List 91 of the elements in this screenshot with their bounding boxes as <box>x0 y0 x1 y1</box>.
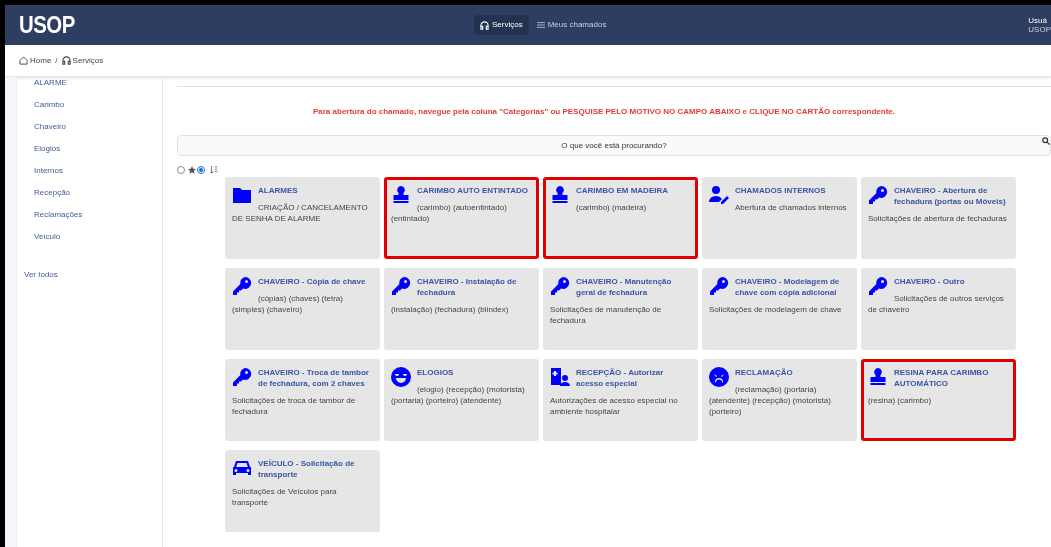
card-title: VEÍCULO - Solicitação de transporte <box>258 458 356 480</box>
key-icon <box>232 367 252 387</box>
card-description: Solicitações de troca de tambor de fechadura <box>232 395 357 417</box>
service-card[interactable]: RESINA PARA CARIMBO AUTOMÁTICO (resina) (carimbo) <box>861 359 1016 441</box>
nav-link[interactable]: Serviços <box>474 15 529 35</box>
id-badge-icon <box>550 367 570 387</box>
key-icon <box>868 276 888 296</box>
user-name[interactable]: Usuá <box>1028 16 1051 25</box>
service-card[interactable]: VEÍCULO - Solicitação de transporte Solicitações de Veículos para transporte <box>225 450 380 532</box>
headset-icon <box>480 20 489 30</box>
list-icon <box>536 21 545 29</box>
card-description: CRIAÇÃO / CANCELAMENTO DE SENHA DE ALARME <box>232 202 369 224</box>
sidebar-item[interactable]: Chaveiro <box>34 122 162 132</box>
sidebar-item[interactable]: ALARME <box>34 78 162 88</box>
service-card[interactable]: CHAVEIRO - Manutenção geral de fechadura Solicitações de manutenção de fechadura <box>543 268 698 350</box>
card-description: Solicitações de modelagem de chave <box>709 304 843 315</box>
see-all-link[interactable]: Ver todos <box>17 270 162 280</box>
card-description: (resina) (carimbo) <box>868 395 933 406</box>
card-description: Solicitações de Veículos para transporte <box>232 486 338 508</box>
service-card[interactable]: CHAVEIRO - Instalação de fechadura (instalação) (fechadura) (blindex) <box>384 268 539 350</box>
card-description: (carimbo) (autoentintado) (entintado) <box>391 202 508 224</box>
card-description: Solicitações de outros serviços de chaveiro <box>868 293 1005 315</box>
card-title: RECEPÇÃO - Autorizar acesso especial <box>576 367 665 389</box>
radio-button[interactable] <box>197 166 205 174</box>
service-card[interactable]: ELOGIOS (elogio) (recepção) (motorista) (portaria) (porteiro) (atendente) <box>384 359 539 441</box>
service-card[interactable]: CHAVEIRO - Cópia de chave (cópias) (chaves) (tetra) (simples) (chaveiro) <box>225 268 380 350</box>
card-description: Autorizações de acesso especial no ambiente hospitalar <box>550 395 679 417</box>
card-title: CHAMADOS INTERNOS <box>735 185 827 196</box>
smiley-icon <box>391 367 411 387</box>
card-title: ELOGIOS <box>417 367 455 378</box>
card-title: CHAVEIRO - Manutenção geral de fechadura <box>576 276 673 298</box>
instruction-notice: Para abertura do chamado, navegue pela coluna "Categorias" ou PESQUISE PELO MOTIVO NO CAMPO ABAIXO e CLIQUE NO CARTÃO correspondente. <box>311 106 897 118</box>
star-icon <box>188 166 196 174</box>
user-org: USOP <box>1028 25 1051 34</box>
sidebar-item[interactable]: Elogios <box>34 144 162 154</box>
sidebar-item[interactable]: Carimbo <box>34 100 162 110</box>
card-description: (carimbo) (madeira) <box>575 202 648 213</box>
sidebar-item[interactable]: Reclamações <box>34 210 162 220</box>
key-icon <box>391 276 411 296</box>
service-card[interactable]: CHAMADOS INTERNOS Abertura de chamados internos <box>702 177 857 259</box>
card-description: (instalação) (fechadura) (blindex) <box>391 304 510 315</box>
service-card[interactable]: CHAVEIRO - Troca de tambor de fechadura, com 2 chaves Solicitações de troca de tambor de fechadura <box>225 359 380 441</box>
card-description: (cópias) (chaves) (tetra) (simples) (chaveiro) <box>232 293 344 315</box>
card-title: CHAVEIRO - Outro <box>894 276 966 287</box>
stamp-icon <box>868 367 888 387</box>
key-icon <box>232 276 252 296</box>
card-title: CHAVEIRO - Troca de tambor de fechadura, com 2 chaves <box>258 367 370 389</box>
breadcrumb-separator: / <box>55 54 58 67</box>
service-card[interactable]: RECEPÇÃO - Autorizar acesso especial Autorizações de acesso especial no ambiente hospitalar <box>543 359 698 441</box>
card-title: CHAVEIRO - Instalação de fechadura <box>417 276 518 298</box>
nav-link[interactable]: Meus chamados <box>530 15 613 35</box>
card-title: CHAVEIRO - Abertura de fechadura (portas ou Móveis) <box>894 185 1007 207</box>
headset-icon <box>61 56 71 65</box>
card-title: CARIMBO EM MADEIRA <box>576 185 669 196</box>
key-icon <box>709 276 729 296</box>
user-pen-icon <box>709 185 729 205</box>
card-title: CARIMBO AUTO ENTINTADO <box>417 185 529 196</box>
service-card[interactable]: ALARMES CRIAÇÃO / CANCELAMENTO DE SENHA DE ALARME <box>225 177 380 259</box>
card-description: Solicitações de abertura de fechaduras <box>868 213 1008 224</box>
sidebar-item[interactable]: Recepção <box>34 188 162 198</box>
card-description: Solicitações de manutenção de fechadura <box>550 304 663 326</box>
service-card[interactable]: CHAVEIRO - Outro Solicitações de outros serviços de chaveiro <box>861 268 1016 350</box>
logo[interactable]: USOP <box>19 7 406 43</box>
card-title: ALARMES <box>258 185 299 196</box>
angry-face-icon <box>709 367 729 387</box>
search-field[interactable]: O que você está procurando? <box>177 135 1051 156</box>
sort-icon[interactable] <box>210 166 218 174</box>
card-title: RECLAMAÇÃO <box>735 367 794 378</box>
service-card[interactable]: CHAVEIRO - Abertura de fechadura (portas ou Móveis) Solicitações de abertura de fechaduras <box>861 177 1016 259</box>
service-card[interactable]: CARIMBO AUTO ENTINTADO (carimbo) (autoentintado) (entintado) <box>384 177 539 259</box>
sidebar-item[interactable]: Internos <box>34 166 162 176</box>
card-description: Abertura de chamados internos <box>734 202 848 213</box>
sidebar-item[interactable]: Veículo <box>34 232 162 242</box>
breadcrumb-link[interactable]: Serviços <box>61 54 104 67</box>
service-card[interactable]: CHAVEIRO - Modelagem de chave com cópia adicional Solicitações de modelagem de chave <box>702 268 857 350</box>
service-card[interactable]: CARIMBO EM MADEIRA (carimbo) (madeira) <box>543 177 698 259</box>
stamp-icon <box>391 185 411 205</box>
card-title: CHAVEIRO - Modelagem de chave com cópia adicional <box>735 276 841 298</box>
service-card[interactable]: RECLAMAÇÃO (reclamação) (portaria) (atendente) (recepção) (motorista) (porteiro) <box>702 359 857 441</box>
card-title: RESINA PARA CARIMBO AUTOMÁTICO <box>894 367 990 389</box>
stamp-icon <box>550 185 570 205</box>
car-icon <box>232 458 252 478</box>
key-icon <box>550 276 570 296</box>
card-description: (reclamação) (portaria) (atendente) (recepção) (motorista) (porteiro) <box>709 384 832 417</box>
breadcrumb-link[interactable]: Home <box>19 54 52 67</box>
key-icon <box>868 185 888 205</box>
folder-icon <box>232 185 252 205</box>
card-description: (elogio) (recepção) (motorista) (portaria) (porteiro) (atendente) <box>391 384 526 406</box>
home-icon <box>19 56 28 65</box>
card-title: CHAVEIRO - Cópia de chave <box>258 276 367 287</box>
search-icon[interactable] <box>1042 137 1050 145</box>
